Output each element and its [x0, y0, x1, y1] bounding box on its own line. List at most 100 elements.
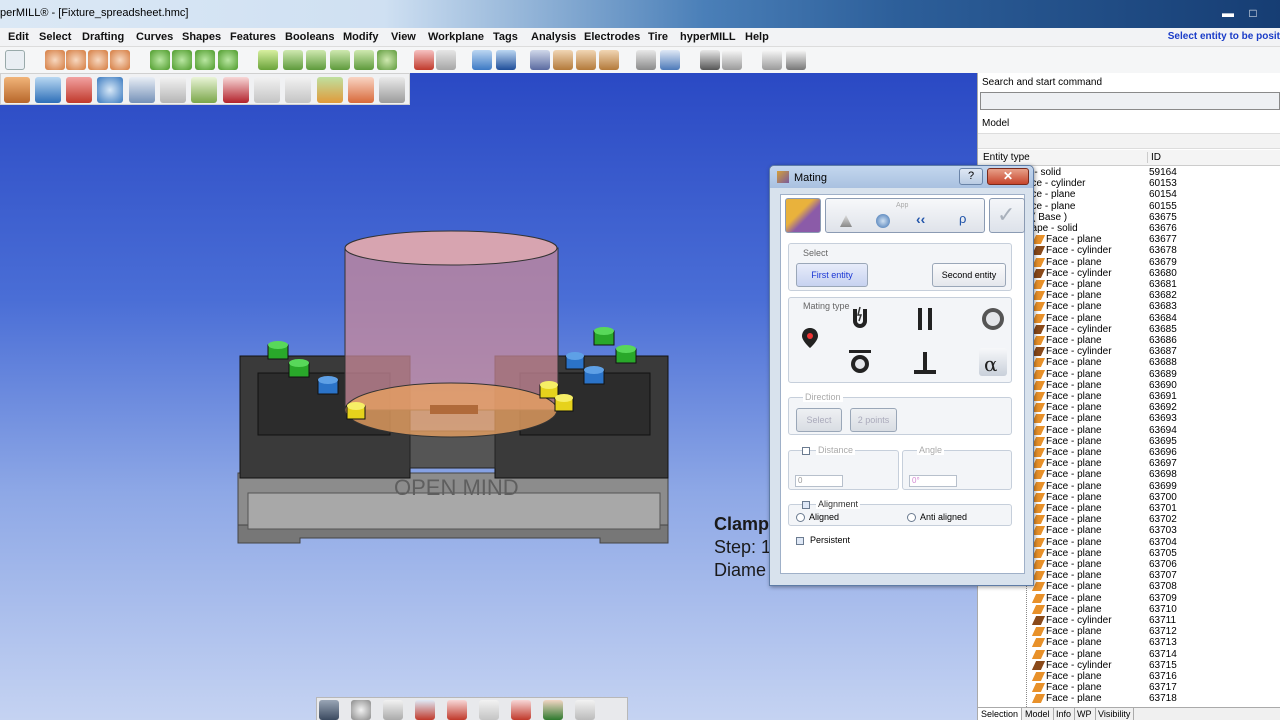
command-search-input[interactable]: [980, 92, 1280, 110]
orbit-icon[interactable]: [351, 700, 371, 720]
wireframe-icon[interactable]: [575, 700, 595, 720]
model-selector[interactable]: [978, 133, 1280, 149]
two-i-icon[interactable]: [191, 77, 217, 103]
plane-surface-icon[interactable]: [306, 50, 326, 70]
box-select-icon[interactable]: [88, 50, 108, 70]
pen-icon[interactable]: [383, 700, 403, 720]
second-entity-button[interactable]: Second entity: [932, 263, 1006, 287]
blob-icon[interactable]: [377, 50, 397, 70]
dialog-titlebar[interactable]: Mating ? ✕: [770, 166, 1033, 188]
tab-model[interactable]: Model: [1022, 708, 1054, 720]
menu-booleans[interactable]: Booleans: [285, 31, 335, 43]
menu-shapes[interactable]: Shapes: [182, 31, 221, 43]
select-loop-icon[interactable]: [66, 50, 86, 70]
anti-aligned-radio[interactable]: [907, 513, 916, 522]
menu-hypermill[interactable]: hyperMILL: [680, 31, 736, 43]
angle-alpha-icon[interactable]: α: [979, 348, 1007, 376]
concentric-icon[interactable]: [979, 305, 1007, 333]
radius-icon[interactable]: [129, 77, 155, 103]
lasso-icon[interactable]: [45, 50, 65, 70]
gear-blue-icon[interactable]: [97, 77, 123, 103]
select-chain-icon[interactable]: [110, 50, 130, 70]
loft-icon[interactable]: [330, 50, 350, 70]
tree-row[interactable]: Face - plane 63714: [978, 649, 1280, 660]
pin-location-icon[interactable]: [796, 324, 824, 352]
first-entity-button[interactable]: First entity: [796, 263, 868, 287]
menu-edit[interactable]: Edit: [8, 31, 29, 43]
document-icon[interactable]: [722, 50, 742, 70]
trim-icon[interactable]: [414, 50, 434, 70]
column-id[interactable]: ID: [1147, 152, 1161, 163]
tree-row[interactable]: Face - plane 63710: [978, 604, 1280, 615]
distance-checkbox[interactable]: [802, 447, 810, 455]
direction-two-points-button[interactable]: 2 points: [850, 408, 897, 432]
paint-icon[interactable]: [511, 700, 531, 720]
menu-drafting[interactable]: Drafting: [82, 31, 124, 43]
menu-help[interactable]: Help: [745, 31, 769, 43]
gear-tool-icon[interactable]: [660, 50, 680, 70]
rotate-view-icon[interactable]: [35, 77, 61, 103]
layer-stack-icon[interactable]: [354, 50, 374, 70]
tree-row[interactable]: Face - plane 63709: [978, 593, 1280, 604]
puzzle-icon[interactable]: [786, 50, 806, 70]
electrode-icon[interactable]: [553, 50, 573, 70]
view-cube-icon[interactable]: [496, 50, 516, 70]
layers-icon[interactable]: [317, 77, 343, 103]
electrode3-icon[interactable]: [599, 50, 619, 70]
tab-selection[interactable]: Selection: [978, 708, 1023, 720]
shape-sweep-icon[interactable]: [218, 50, 238, 70]
menu-workplane[interactable]: Workplane: [428, 31, 484, 43]
box-icon[interactable]: [4, 77, 30, 103]
menu-electrodes[interactable]: Electrodes: [584, 31, 640, 43]
tag-icon[interactable]: [530, 50, 550, 70]
alignment-checkbox[interactable]: [802, 501, 810, 509]
magnet-icon[interactable]: [846, 305, 874, 333]
shape-sphere-icon[interactable]: [150, 50, 170, 70]
menu-view[interactable]: View: [391, 31, 416, 43]
tree-row[interactable]: Face - plane 63713: [978, 637, 1280, 648]
menu-select[interactable]: Select: [39, 31, 71, 43]
parallel-icon[interactable]: [911, 305, 939, 333]
perpendicular-icon[interactable]: [911, 348, 939, 376]
electrode2-icon[interactable]: [576, 50, 596, 70]
link-icon[interactable]: [762, 50, 782, 70]
menu-tire[interactable]: Tire: [648, 31, 668, 43]
table-icon[interactable]: [348, 77, 374, 103]
persistent-checkbox[interactable]: [796, 537, 804, 545]
tree-row[interactable]: Face - plane 63716: [978, 671, 1280, 682]
brush-icon[interactable]: [415, 700, 435, 720]
tangent-icon[interactable]: [846, 348, 874, 376]
tree-row[interactable]: Face - cylinder 63715: [978, 660, 1280, 671]
shape-red-icon[interactable]: [66, 77, 92, 103]
aligned-radio[interactable]: [796, 513, 805, 522]
list-icon[interactable]: [636, 50, 656, 70]
help-button[interactable]: ?: [959, 168, 983, 185]
tab-wp[interactable]: WP: [1074, 708, 1096, 720]
gear-small-icon[interactable]: [876, 214, 890, 228]
mating-main-icon[interactable]: [785, 198, 821, 233]
tree-row[interactable]: Face - plane 63717: [978, 682, 1280, 693]
menu-curves[interactable]: Curves: [136, 31, 173, 43]
menu-modify[interactable]: Modify: [343, 31, 378, 43]
back-arrows-icon[interactable]: ‹‹: [916, 211, 925, 227]
direction-select-button[interactable]: Select: [796, 408, 842, 432]
close-button[interactable]: ✕: [987, 168, 1029, 185]
menu-tags[interactable]: Tags: [493, 31, 518, 43]
warning-icon[interactable]: [840, 215, 852, 227]
redo-icon[interactable]: [254, 77, 280, 103]
cone-icon[interactable]: [379, 77, 405, 103]
view-plane-icon[interactable]: [472, 50, 492, 70]
repeat-icon[interactable]: [285, 77, 311, 103]
reset-icon[interactable]: [436, 50, 456, 70]
extrude-icon[interactable]: [258, 50, 278, 70]
tree-row[interactable]: Face - plane 63712: [978, 626, 1280, 637]
star-icon[interactable]: [447, 700, 467, 720]
tree-row[interactable]: Face - cylinder 63711: [978, 615, 1280, 626]
angle-field[interactable]: 0°: [909, 475, 957, 487]
tree-row[interactable]: Face - plane 63718: [978, 693, 1280, 704]
tab-visibility[interactable]: Visibility: [1095, 708, 1135, 720]
tab-info[interactable]: Info: [1053, 708, 1076, 720]
pin-small-icon[interactable]: ρ: [959, 211, 966, 226]
shape-rotate-icon[interactable]: [195, 50, 215, 70]
italic-i-icon[interactable]: [160, 77, 186, 103]
